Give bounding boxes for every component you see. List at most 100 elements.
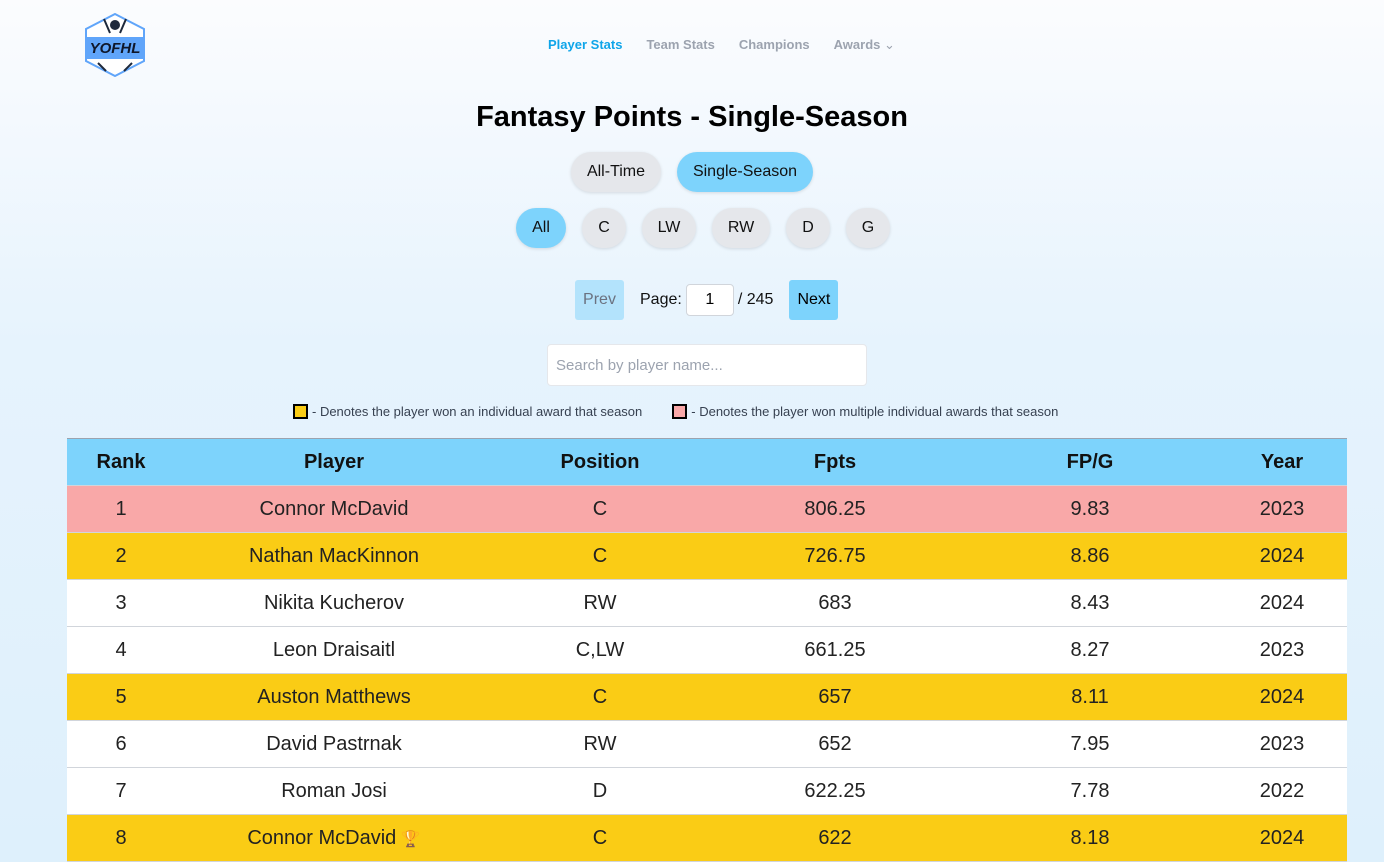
year-value: 2023 (1259, 638, 1305, 661)
cell-player: Roman Josi (175, 767, 493, 815)
fpg-value: 7.95 (1070, 732, 1110, 755)
nav-awards[interactable]: Awards ⌄ (834, 37, 895, 53)
table-row: 7 Roman Josi D 622.25 7.78 2022 (67, 767, 1347, 815)
nav-awards-label: Awards (833, 37, 881, 52)
prev-button[interactable]: Prev (575, 280, 624, 320)
fpts-value: 652 (818, 732, 852, 755)
filter-lw[interactable]: LW (642, 208, 696, 248)
table-row: 6 David Pastrnak RW 652 7.95 2023 (67, 720, 1347, 768)
cell-fpg: 7.78 (963, 767, 1217, 815)
filter-all[interactable]: All (516, 208, 566, 248)
cell-year: 2024 (1217, 673, 1347, 721)
legend-multiple-text: - Denotes the player won multiple indivi… (691, 404, 1059, 419)
header-position[interactable]: Position (493, 438, 707, 486)
stats-table: Rank Player Position Fpts FP/G Year 1 Con… (67, 438, 1347, 862)
cell-rank: 8 (67, 814, 175, 862)
pos-value: C (592, 685, 608, 708)
player-value[interactable]: Leon Draisaitl (273, 639, 395, 661)
pos-value: C,LW (575, 638, 625, 661)
player-value[interactable]: Nikita Kucherov (264, 592, 404, 614)
year-value: 2023 (1259, 497, 1305, 520)
cell-rank: 1 (67, 485, 175, 533)
filter-g[interactable]: G (846, 208, 890, 248)
cell-player: Leon Draisaitl (175, 626, 493, 674)
fpg-value: 9.83 (1070, 497, 1110, 520)
cell-player: Connor McDavid (175, 485, 493, 533)
legend-single-text: - Denotes the player won an individual a… (312, 404, 643, 419)
fpts-value: 661.25 (804, 638, 866, 661)
player-value[interactable]: Connor McDavid (247, 827, 396, 849)
page-total: / 245 (737, 291, 774, 308)
nav-champions[interactable]: Champions (739, 37, 810, 53)
player-value[interactable]: David Pastrnak (266, 733, 402, 755)
scope-tabs: All-Time Single-Season (0, 152, 1384, 192)
rank-value: 8 (115, 826, 127, 849)
cell-fpts: 806.25 (707, 485, 963, 533)
player-value[interactable]: Auston Matthews (257, 686, 410, 708)
player-value[interactable]: Roman Josi (281, 780, 387, 802)
position-filters: All C LW RW D G (0, 208, 1384, 248)
cell-fpts: 661.25 (707, 626, 963, 674)
tab-single-season[interactable]: Single-Season (677, 152, 813, 192)
cell-fpg: 7.95 (963, 720, 1217, 768)
page-label: Page: (640, 291, 682, 308)
cell-rank: 2 (67, 532, 175, 580)
pagination: Prev Page: / 245 Next (575, 280, 839, 320)
nav-player-stats[interactable]: Player Stats (548, 37, 622, 53)
cell-year: 2023 (1217, 485, 1347, 533)
yofhl-logo[interactable]: YOFHL (84, 13, 146, 77)
cell-fpts: 622.25 (707, 767, 963, 815)
pos-value: D (592, 779, 608, 802)
page-title: Fantasy Points - Single-Season (476, 101, 908, 133)
cell-player: David Pastrnak (175, 720, 493, 768)
fpg-value: 8.27 (1070, 638, 1110, 661)
cell-pos: C,LW (493, 626, 707, 674)
single-award-swatch (293, 404, 308, 419)
pos-value: RW (583, 591, 617, 614)
cell-year: 2023 (1217, 720, 1347, 768)
player-value[interactable]: Nathan MacKinnon (249, 545, 419, 567)
cell-pos: C (493, 673, 707, 721)
year-value: 2023 (1259, 732, 1305, 755)
pos-value: C (592, 544, 608, 567)
cell-fpts: 622 (707, 814, 963, 862)
fpg-value: 8.18 (1070, 826, 1110, 849)
fpts-value: 806.25 (804, 497, 866, 520)
cell-rank: 5 (67, 673, 175, 721)
cell-rank: 3 (67, 579, 175, 627)
rank-value: 2 (115, 544, 127, 567)
cell-pos: C (493, 532, 707, 580)
chevron-down-icon: ⌄ (884, 37, 895, 52)
cell-pos: C (493, 485, 707, 533)
page-input[interactable] (685, 284, 734, 316)
filter-d[interactable]: D (786, 208, 830, 248)
fpts-value: 622 (818, 826, 852, 849)
header-player[interactable]: Player (175, 438, 493, 486)
nav-team-stats[interactable]: Team Stats (646, 37, 714, 53)
header-fpts[interactable]: Fpts (707, 438, 963, 486)
main-nav: Player Stats Team Stats Champions Awards… (548, 37, 895, 53)
filter-rw[interactable]: RW (712, 208, 770, 248)
fpg-value: 8.43 (1070, 591, 1110, 614)
cell-fpg: 8.11 (963, 673, 1217, 721)
cell-player: Nikita Kucherov (175, 579, 493, 627)
header-rank[interactable]: Rank (67, 438, 175, 486)
search-input[interactable] (547, 344, 867, 386)
cell-year: 2024 (1217, 532, 1347, 580)
header-year[interactable]: Year (1217, 438, 1347, 486)
table-row: 2 Nathan MacKinnon C 726.75 8.86 2024 (67, 532, 1347, 580)
tab-all-time[interactable]: All-Time (571, 152, 661, 192)
fpts-value: 622.25 (804, 779, 866, 802)
header-fpg[interactable]: FP/G (963, 438, 1217, 486)
pos-value: C (592, 497, 608, 520)
rank-value: 4 (115, 638, 127, 661)
player-value[interactable]: Connor McDavid (260, 498, 409, 520)
cell-fpts: 683 (707, 579, 963, 627)
fpg-value: 8.86 (1070, 544, 1110, 567)
rank-value: 1 (115, 497, 127, 520)
year-value: 2024 (1259, 826, 1305, 849)
pos-value: C (592, 826, 608, 849)
next-button[interactable]: Next (789, 280, 839, 320)
filter-c[interactable]: C (582, 208, 626, 248)
cell-rank: 6 (67, 720, 175, 768)
